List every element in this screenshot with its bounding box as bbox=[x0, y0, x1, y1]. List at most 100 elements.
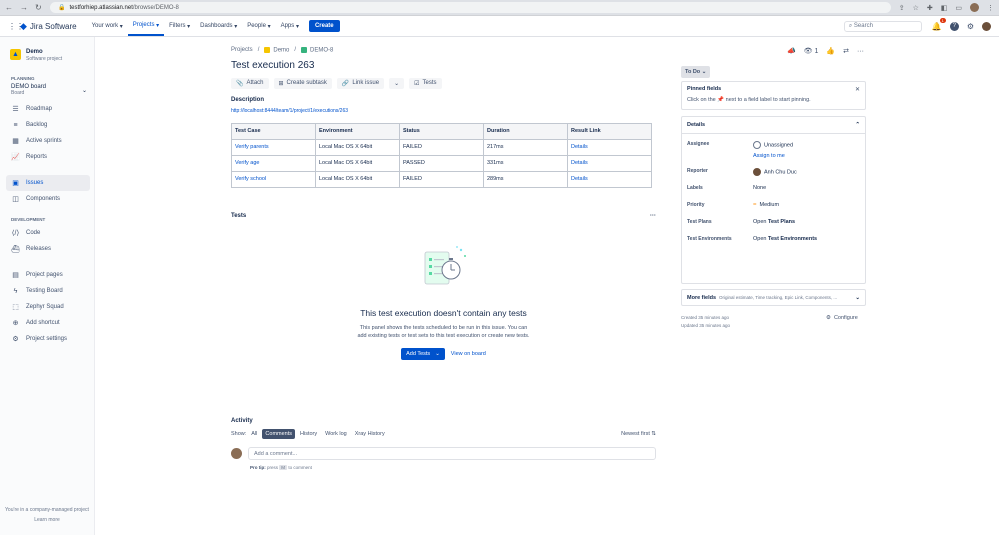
menu-dashboards[interactable]: Dashboards ▾ bbox=[195, 16, 242, 36]
cell-status: PASSED bbox=[399, 154, 484, 172]
sidebar-item-zephyr-squad[interactable]: ⬚ Zephyr Squad bbox=[6, 299, 90, 315]
window-icon[interactable]: ▭ bbox=[955, 4, 962, 12]
reporter-value[interactable]: Anh Chu Duc bbox=[753, 168, 797, 176]
issue-meta: Created 35 minutes ago Updated 35 minute… bbox=[681, 314, 730, 330]
chevron-up-icon: ⌃ bbox=[855, 122, 860, 128]
reload-icon[interactable]: ↻ bbox=[35, 3, 42, 12]
settings-icon[interactable]: ⚙ bbox=[967, 22, 974, 31]
jira-logo[interactable]: ◆ Jira Software bbox=[20, 21, 77, 32]
configure-button[interactable]: ⚙ Configure bbox=[826, 315, 858, 321]
menu-filters[interactable]: Filters ▾ bbox=[164, 16, 195, 36]
details-link[interactable]: Details bbox=[567, 138, 652, 156]
notifications-icon[interactable]: 🔔 1 bbox=[932, 17, 946, 31]
sidebar-item-backlog[interactable]: ≡ Backlog bbox=[6, 117, 90, 133]
profile-avatar[interactable] bbox=[970, 3, 979, 12]
sidebar-item-releases[interactable]: ⛴ Releases bbox=[6, 241, 90, 257]
menu-apps[interactable]: Apps ▾ bbox=[276, 16, 304, 36]
notification-badge: 1 bbox=[939, 17, 946, 23]
more-fields-panel[interactable]: More fields Original estimate, Time track… bbox=[681, 289, 866, 306]
sidebar-item-reports[interactable]: 📈 Reports bbox=[6, 149, 90, 165]
project-header[interactable]: ▲ Demo Software project bbox=[10, 49, 90, 62]
sidebar-item-testing-board[interactable]: ϟ Testing Board bbox=[6, 283, 90, 299]
details-link[interactable]: Details bbox=[567, 154, 652, 172]
create-subtask-button[interactable]: ⊞ Create subtask bbox=[273, 77, 332, 89]
assignee-value[interactable]: Unassigned bbox=[753, 141, 793, 149]
development-label: DEVELOPMENT bbox=[11, 217, 46, 222]
sort-toggle[interactable]: Newest first ⇅ bbox=[621, 431, 656, 437]
thumbs-up-icon[interactable]: 👍 bbox=[826, 47, 835, 55]
tests-more-icon[interactable]: ··· bbox=[650, 213, 656, 219]
footer-text: You're in a company-managed project bbox=[5, 507, 89, 513]
kebab-icon[interactable]: ⋮ bbox=[987, 4, 994, 12]
test-plans-value[interactable]: Open Test Plans bbox=[753, 219, 795, 225]
assign-to-me-link[interactable]: Assign to me bbox=[753, 153, 785, 159]
comment-input[interactable]: Add a comment... bbox=[248, 447, 656, 460]
board-switcher[interactable]: DEMO board Board ⌄ bbox=[11, 84, 87, 96]
details-link[interactable]: Details bbox=[567, 170, 652, 188]
user-avatar[interactable] bbox=[982, 21, 991, 31]
help-icon[interactable]: ? bbox=[949, 21, 959, 31]
labels-value[interactable]: None bbox=[753, 185, 766, 191]
sidebar-item-issues[interactable]: ▣ Issues bbox=[6, 175, 90, 191]
sidebar-item-project-settings[interactable]: ⚙ Project settings bbox=[6, 331, 90, 347]
sidebar-item-code[interactable]: ⟨/⟩ Code bbox=[6, 225, 90, 241]
link-icon: 🔗 bbox=[341, 80, 350, 87]
description-link[interactable]: http://localhost:8444/team/1/project/1/e… bbox=[231, 108, 999, 114]
app-switcher-icon[interactable]: ⋮⋮ bbox=[8, 22, 24, 31]
details-header[interactable]: Details ⌃ bbox=[682, 117, 865, 134]
field-assignee: Assignee Unassigned bbox=[687, 141, 794, 149]
reporter-avatar bbox=[753, 168, 761, 176]
pinned-fields-panel: Pinned fields Click on the 📌 next to a f… bbox=[681, 81, 866, 110]
breadcrumb-projects[interactable]: Projects bbox=[231, 47, 253, 53]
status-dropdown[interactable]: To Do ⌄ bbox=[681, 66, 711, 78]
issue-title[interactable]: Test execution 263 bbox=[231, 60, 999, 71]
breadcrumb-demo[interactable]: Demo bbox=[264, 47, 289, 54]
search-placeholder: Search bbox=[853, 23, 873, 29]
sidebar-item-active-sprints[interactable]: ▦ Active sprints bbox=[6, 133, 90, 149]
tests-button[interactable]: ☑ Tests bbox=[409, 77, 442, 89]
view-on-board-link[interactable]: View on board bbox=[451, 351, 486, 357]
sidebar-item-add-shortcut[interactable]: ⊕ Add shortcut bbox=[6, 315, 90, 331]
priority-value[interactable]: = Medium bbox=[753, 202, 779, 208]
learn-more-link[interactable]: Learn more bbox=[0, 515, 94, 525]
puzzle-icon[interactable]: ◧ bbox=[941, 4, 948, 12]
menu-your-work[interactable]: Your work ▾ bbox=[87, 16, 128, 36]
create-button[interactable]: Create bbox=[308, 20, 340, 32]
sidebar-item-project-pages[interactable]: ▤ Project pages bbox=[6, 267, 90, 283]
filter-xray-history[interactable]: Xray History bbox=[352, 429, 388, 439]
test-case-link[interactable]: Verify school bbox=[231, 170, 316, 188]
cell-status: FAILED bbox=[399, 138, 484, 156]
close-icon[interactable]: ✕ bbox=[855, 86, 860, 93]
key-hint: M bbox=[279, 465, 288, 470]
jira-topbar: ⋮⋮ ◆ Jira Software Your work ▾ Projects ▾… bbox=[0, 16, 999, 37]
more-actions-button[interactable]: ⌄ bbox=[389, 77, 405, 89]
share-icon[interactable]: ⇪ bbox=[899, 4, 905, 12]
filter-history[interactable]: History bbox=[297, 429, 320, 439]
test-env-value[interactable]: Open Test Environments bbox=[753, 236, 817, 242]
address-bar[interactable]: 🔒 testforhiep.atlassian.net/browse/DEMO-… bbox=[50, 2, 891, 13]
backlog-icon: ≡ bbox=[13, 121, 18, 129]
test-case-link[interactable]: Verify age bbox=[231, 154, 316, 172]
pinned-title: Pinned fields bbox=[687, 86, 722, 92]
attach-button[interactable]: 📎 Attach bbox=[231, 77, 269, 89]
share-icon[interactable]: ⇄ bbox=[843, 47, 849, 55]
filter-comments[interactable]: Comments bbox=[262, 429, 296, 439]
menu-projects[interactable]: Projects ▾ bbox=[127, 16, 165, 36]
star-icon[interactable]: ☆ bbox=[913, 4, 919, 12]
search-input[interactable]: ⌕ Search bbox=[843, 20, 922, 32]
test-case-link[interactable]: Verify parents bbox=[231, 138, 316, 156]
breadcrumb-issue-key[interactable]: DEMO-8 bbox=[301, 47, 333, 54]
sidebar-item-components[interactable]: ◫ Components bbox=[6, 191, 90, 207]
back-icon[interactable]: ← bbox=[5, 3, 13, 12]
menu-people[interactable]: People ▾ bbox=[242, 16, 275, 36]
forward-icon[interactable]: → bbox=[20, 3, 28, 12]
link-issue-button[interactable]: 🔗 Link issue bbox=[336, 77, 385, 89]
watch-button[interactable]: 👁 1 bbox=[804, 47, 819, 55]
add-tests-button[interactable]: Add Tests ⌄ bbox=[401, 347, 445, 360]
extension-icon[interactable]: ✚ bbox=[927, 4, 933, 12]
sidebar-item-roadmap[interactable]: ☰ Roadmap bbox=[6, 101, 90, 117]
megaphone-icon[interactable]: 📣 bbox=[787, 47, 796, 55]
filter-work-log[interactable]: Work log bbox=[322, 429, 350, 439]
filter-all[interactable]: All bbox=[248, 429, 260, 439]
more-icon[interactable]: ··· bbox=[857, 48, 864, 55]
